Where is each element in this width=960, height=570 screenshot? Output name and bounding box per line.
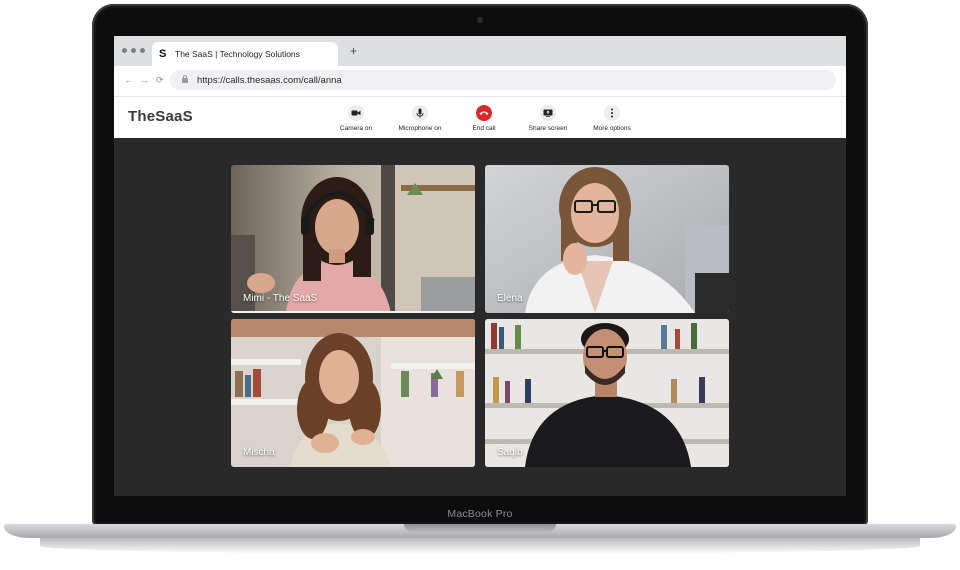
- laptop-shadow: [40, 538, 920, 554]
- more-options-label: More options: [593, 124, 631, 132]
- participant-tile-mimi[interactable]: Mimi - The SaaS: [231, 165, 475, 313]
- laptop-opening-notch: [404, 524, 556, 532]
- video-stage: Mimi - The SaaS Elena Mischa Saqib: [114, 138, 846, 496]
- active-speaker-indicator: [231, 311, 475, 313]
- camera-button[interactable]: Camera on: [324, 97, 388, 139]
- participant-tile-mischa[interactable]: Mischa: [231, 319, 475, 467]
- microphone-button[interactable]: Microphone on: [388, 97, 452, 139]
- brand-logo[interactable]: TheSaaS: [128, 108, 193, 125]
- end-call-icon: [476, 104, 492, 121]
- call-controls: Camera on Microphone on End call Share s…: [324, 97, 644, 139]
- participant-name: Mimi - The SaaS: [243, 293, 318, 304]
- camera-label: Camera on: [339, 124, 373, 132]
- browser-tab-bar: S The SaaS | Technology Solutions +: [114, 36, 846, 66]
- device-model-label: MacBook Pro: [447, 508, 513, 520]
- back-arrow-icon[interactable]: ←: [124, 75, 133, 85]
- new-tab-button[interactable]: +: [350, 44, 357, 58]
- lock-icon: [182, 74, 188, 83]
- share-screen-label: Share screen: [528, 124, 568, 132]
- browser-address-bar: ← → ⟳ https://calls.thesaas.com/call/ann…: [114, 66, 846, 96]
- participant-video-mimi: [231, 165, 475, 313]
- browser-tab[interactable]: S The SaaS | Technology Solutions: [152, 42, 338, 66]
- participant-video-saqib: [485, 319, 729, 467]
- share-screen-icon: [540, 104, 556, 121]
- window-maximize-dot[interactable]: [140, 48, 145, 53]
- microphone-label: Microphone on: [398, 124, 442, 132]
- participant-video-elena: [485, 165, 729, 313]
- share-screen-button[interactable]: Share screen: [516, 97, 580, 139]
- microphone-icon: [412, 104, 428, 121]
- window-close-dot[interactable]: [122, 48, 127, 53]
- participant-name: Mischa: [243, 447, 275, 458]
- participant-video-mischa: [231, 319, 475, 467]
- url-input[interactable]: https://calls.thesaas.com/call/anna: [170, 70, 836, 90]
- participant-name: Saqib: [497, 447, 523, 458]
- site-favicon-icon: S: [159, 48, 167, 60]
- reload-icon[interactable]: ⟳: [156, 75, 164, 86]
- url-text: https://calls.thesaas.com/call/anna: [197, 74, 342, 86]
- camera-icon: [348, 104, 364, 121]
- window-minimize-dot[interactable]: [131, 48, 136, 53]
- laptop-screen: S The SaaS | Technology Solutions + ← → …: [114, 36, 846, 496]
- more-options-button[interactable]: More options: [580, 97, 644, 139]
- end-call-label: End call: [472, 124, 496, 132]
- participant-tile-saqib[interactable]: Saqib: [485, 319, 729, 467]
- more-options-icon: [604, 104, 620, 121]
- webcam-icon: [477, 17, 483, 23]
- participant-tile-elena[interactable]: Elena: [485, 165, 729, 313]
- window-controls[interactable]: [122, 48, 145, 53]
- tab-title: The SaaS | Technology Solutions: [175, 49, 300, 59]
- forward-arrow-icon[interactable]: →: [140, 75, 149, 85]
- participant-name: Elena: [497, 293, 523, 304]
- end-call-button[interactable]: End call: [452, 97, 516, 139]
- app-header: TheSaaS Camera on Microphone on End call: [114, 96, 846, 139]
